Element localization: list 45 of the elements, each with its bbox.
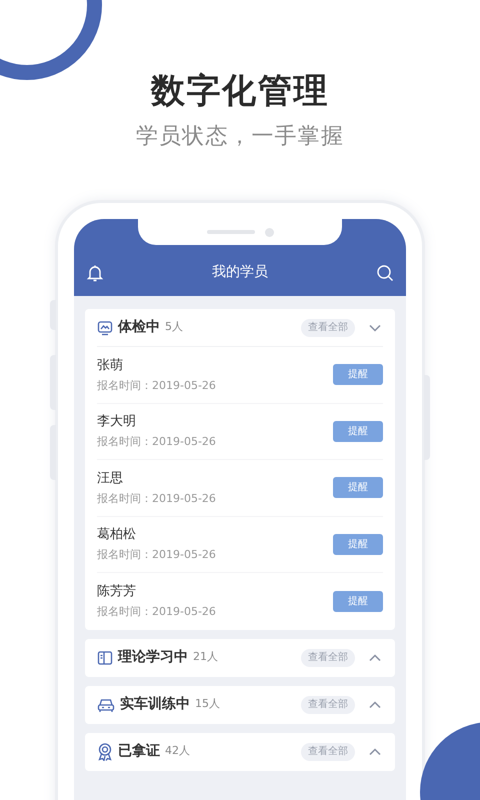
student-name: 李大明	[97, 413, 137, 432]
group-header[interactable]: 已拿证 42人 查看全部	[97, 732, 383, 770]
app-title: 我的学员	[212, 263, 268, 282]
remind-button[interactable]: 提醒	[333, 420, 383, 442]
remind-button[interactable]: 提醒	[333, 364, 383, 386]
group-title: 体检中	[118, 318, 160, 337]
group-count: 15人	[195, 696, 220, 712]
student-name: 葛柏松	[97, 526, 137, 544]
chevron-up-icon[interactable]	[369, 654, 381, 662]
remind-button[interactable]: 提醒	[333, 477, 383, 498]
search-icon[interactable]	[376, 264, 394, 282]
remind-button[interactable]: 提醒	[333, 590, 383, 612]
group-header[interactable]: 理论学习中 21人 查看全部	[97, 638, 383, 676]
student-name: 张萌	[97, 356, 124, 375]
group-title: 理论学习中	[118, 648, 188, 667]
group-title: 实车训练中	[120, 694, 190, 714]
signup-date: 报名时间：2019-05-26	[97, 434, 217, 450]
group-count: 5人	[165, 319, 183, 336]
signup-date: 报名时间：2019-05-26	[97, 547, 217, 562]
chevron-up-icon[interactable]	[369, 700, 381, 708]
car-icon	[97, 696, 115, 712]
bell-icon[interactable]	[86, 264, 104, 282]
view-all-button[interactable]: 查看全部	[301, 648, 355, 666]
front-camera	[264, 228, 274, 236]
view-all-button[interactable]: 查看全部	[301, 696, 355, 714]
book-icon	[97, 650, 113, 666]
view-all-button[interactable]: 查看全部	[301, 742, 355, 760]
subheadline: 学员状态，一手掌握	[136, 123, 344, 151]
headline: 数字化管理	[150, 70, 330, 112]
signup-date: 报名时间：2019-05-26	[97, 378, 217, 393]
view-all-button[interactable]: 查看全部	[301, 318, 355, 336]
student-name: 陈芳芳	[97, 583, 137, 602]
remind-button[interactable]: 提醒	[333, 534, 383, 555]
group-header[interactable]: 实车训练中 15人 查看全部	[97, 686, 383, 724]
group-count: 42人	[165, 743, 190, 760]
group-title: 已拿证	[118, 742, 160, 761]
student-name: 汪思	[97, 470, 124, 488]
group-header[interactable]: 体检中 5人 查看全部	[97, 309, 383, 347]
signup-date: 报名时间：2019-05-26	[97, 604, 217, 620]
monitor-icon	[97, 320, 113, 336]
group-count: 21人	[193, 649, 218, 666]
award-icon	[97, 742, 113, 760]
chevron-up-icon[interactable]	[369, 748, 381, 756]
signup-date: 报名时间：2019-05-26	[97, 490, 217, 506]
chevron-down-icon[interactable]	[369, 324, 381, 332]
